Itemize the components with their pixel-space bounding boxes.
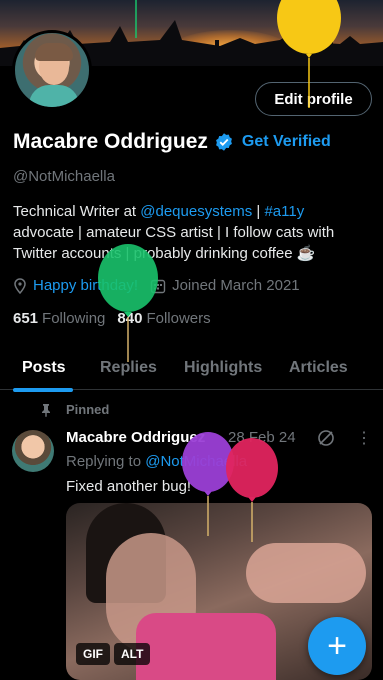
pinned-indicator: Pinned <box>40 402 109 417</box>
grok-icon[interactable] <box>316 428 336 448</box>
tab-posts[interactable]: Posts <box>22 359 66 377</box>
bio-hashtag-link[interactable]: #a11y <box>264 203 304 220</box>
tweet-avatar[interactable] <box>12 430 54 472</box>
bio-separator: | <box>252 203 265 220</box>
tab-highlights[interactable]: Highlights <box>184 359 262 377</box>
following-count: 651 <box>13 310 39 327</box>
tab-articles[interactable]: Articles <box>289 359 348 377</box>
profile-avatar[interactable] <box>12 30 92 110</box>
display-name: Macabre Oddriguez <box>13 130 208 153</box>
bio-prefix: Technical Writer at <box>13 203 141 220</box>
avatar-shirt <box>29 85 79 107</box>
green-balloon-string-icon <box>135 0 137 38</box>
location-pin-icon <box>14 277 26 294</box>
compose-post-button[interactable]: + <box>308 617 366 675</box>
get-verified-link[interactable]: Get Verified <box>242 133 331 151</box>
verified-badge-icon[interactable] <box>214 132 234 152</box>
tweet-text: Fixed another bug! <box>66 478 192 495</box>
bio-rest: advocate | amateur CSS artist | I follow… <box>13 224 335 262</box>
pink-balloon-icon <box>226 438 278 542</box>
name-row: Macabre Oddriguez Get Verified <box>13 130 331 154</box>
gif-badge: GIF <box>76 643 110 665</box>
profile-bio: Technical Writer at @dequesystems | #a11… <box>13 201 363 264</box>
joined-date: Joined March 2021 <box>172 277 300 294</box>
green-balloon-icon <box>98 244 158 362</box>
bio-mention-link[interactable]: @dequesystems <box>140 203 252 220</box>
media-top <box>136 613 276 680</box>
replying-to-label: Replying to <box>66 453 146 470</box>
avatar-hair <box>35 43 73 61</box>
following-link[interactable]: 651 Following <box>13 310 105 327</box>
pinned-label: Pinned <box>66 402 110 417</box>
profile-tabs: Posts Replies Highlights Articles <box>0 348 383 390</box>
media-arm <box>246 543 366 603</box>
alt-badge[interactable]: ALT <box>114 643 151 665</box>
profile-handle: @NotMichaella <box>13 168 115 185</box>
more-options-icon[interactable]: ⋮ <box>356 428 372 448</box>
pin-icon <box>42 403 50 417</box>
yellow-balloon-icon <box>277 0 341 108</box>
active-tab-indicator <box>13 388 73 392</box>
